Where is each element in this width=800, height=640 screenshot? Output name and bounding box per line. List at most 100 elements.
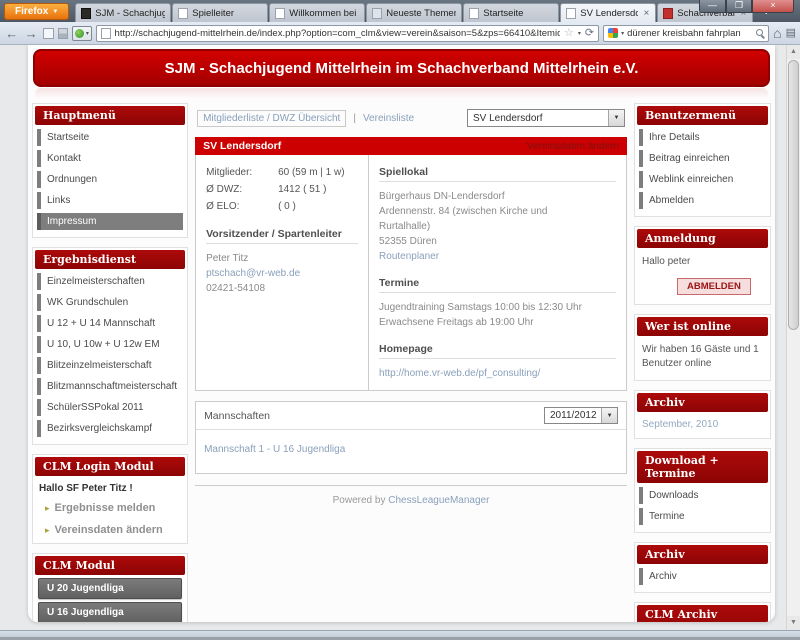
- mannschaften-header: Mannschaften 2011/2012 ▼: [196, 402, 626, 430]
- tab-close-icon[interactable]: ×: [642, 8, 650, 19]
- button-u16-jugendliga[interactable]: U 16 Jugendliga: [38, 602, 182, 622]
- sidebar-item-wk-grundschulen[interactable]: WK Grundschulen: [37, 294, 183, 311]
- link-mitgliederliste[interactable]: Mitgliederliste / DWZ Übersicht: [197, 110, 346, 127]
- season-select[interactable]: 2011/2012 ▼: [544, 407, 618, 424]
- sidebar-item-ordnungen[interactable]: Ordnungen: [37, 171, 183, 188]
- sidebar-item-blitzmannschaft[interactable]: Blitzmannschaftmeisterschaft: [37, 378, 183, 395]
- link-ergebnisse-melden[interactable]: ▸Ergebnisse melden: [33, 496, 187, 518]
- module-hauptmenu: Hauptmenü Startseite Kontakt Ordnungen L…: [32, 103, 188, 238]
- club-header-bar: SV Lendersdorf Vereinsdaten ändern: [195, 137, 627, 155]
- search-bar[interactable]: ▾ dürener kreisbahn fahrplan: [603, 25, 769, 42]
- button-u20-jugendliga[interactable]: U 20 Jugendliga: [38, 578, 182, 599]
- archiv-month-link[interactable]: September, 2010: [635, 414, 770, 435]
- url-bar[interactable]: http://schachjugend-mittelrhein.de/index…: [96, 25, 600, 42]
- close-window-button[interactable]: ×: [752, 0, 794, 13]
- sidebar-item-einzelmeisterschaften[interactable]: Einzelmeisterschaften: [37, 273, 183, 290]
- separator: |: [353, 113, 356, 124]
- scroll-up-icon[interactable]: ▲: [787, 45, 800, 59]
- sidebar-item-downloads[interactable]: Downloads: [639, 487, 766, 504]
- minimize-button[interactable]: —: [699, 0, 726, 13]
- sidebar-item-schuelersspokal[interactable]: SchülerSSPokal 2011: [37, 399, 183, 416]
- chairman-email-link[interactable]: ptschach@vr-web.de: [206, 266, 358, 281]
- module-title: Hauptmenü: [35, 106, 185, 125]
- sidebar-item-blitzeinzel[interactable]: Blitzeinzelmeisterschaft: [37, 357, 183, 374]
- firefox-menu-label: Firefox: [15, 6, 48, 17]
- item-label: Archiv: [643, 568, 683, 585]
- club-select[interactable]: SV Lendersdorf ▼: [467, 109, 625, 127]
- routenplaner-link[interactable]: Routenplaner: [379, 249, 616, 264]
- reload-icon[interactable]: ⟳: [585, 28, 594, 39]
- home-button[interactable]: ⌂: [773, 26, 781, 40]
- stat-label: Ø ELO:: [206, 198, 278, 215]
- banner-strip: [35, 88, 768, 99]
- search-input[interactable]: dürener kreisbahn fahrplan: [627, 28, 753, 39]
- right-sidebar: Benutzermenü Ihre Details Beitrag einrei…: [634, 103, 771, 622]
- bookmarks-button[interactable]: ▤: [786, 28, 796, 39]
- stat-label: Mitglieder:: [206, 164, 278, 181]
- sidebar-item-impressum[interactable]: Impressum: [37, 213, 183, 230]
- bookmark-star-icon[interactable]: ☆: [564, 28, 574, 39]
- item-label: Blitzeinzelmeisterschaft: [41, 357, 157, 374]
- maximize-button[interactable]: ❐: [726, 0, 752, 13]
- vertical-scrollbar[interactable]: ▲ ▼: [786, 45, 800, 630]
- tab-sjm-schachjugend[interactable]: SJM - Schachjugend...: [75, 3, 171, 22]
- sidebar-item-u10-em[interactable]: U 10, U 10w + U 12w EM: [37, 336, 183, 353]
- page-tool-icon[interactable]: [43, 28, 54, 39]
- zoom-addon-button[interactable]: ▾: [72, 26, 91, 41]
- module-wer-ist-online: Wer ist online Wir haben 16 Gäste und 1 …: [634, 314, 771, 381]
- module-clm-modul: CLM Modul U 20 Jugendliga U 16 Jugendlig…: [32, 553, 188, 622]
- spiellokal-line: Bürgerhaus DN-Lendersdorf: [379, 189, 616, 204]
- browser-navbar: ← → ▾ http://schachjugend-mittelrhein.de…: [0, 22, 800, 45]
- item-label: Einzelmeisterschaften: [41, 273, 151, 290]
- scroll-down-icon[interactable]: ▼: [787, 616, 800, 630]
- addon-icon: [75, 29, 84, 38]
- browser-titlebar: Firefox ▼ SJM - Schachjugend... Spiellei…: [0, 0, 800, 22]
- abmelden-button[interactable]: ABMELDEN: [677, 278, 751, 295]
- sidebar-item-bezirksvergleichskampf[interactable]: Bezirksvergleichskampf: [37, 420, 183, 437]
- module-title: Anmeldung: [637, 229, 768, 248]
- url-text[interactable]: http://schachjugend-mittelrhein.de/index…: [115, 28, 560, 39]
- link-vereinsliste[interactable]: Vereinsliste: [363, 113, 414, 124]
- tab-favicon-sjm: [81, 8, 91, 19]
- link-vereinsdaten-aendern-bar[interactable]: Vereinsdaten ändern: [527, 141, 619, 152]
- team-link[interactable]: Mannschaft 1 - U 16 Jugendliga: [204, 444, 345, 455]
- tab-title: Startseite: [483, 8, 553, 19]
- chessleaguemanager-link[interactable]: ChessLeagueManager: [388, 495, 489, 506]
- back-button[interactable]: ←: [4, 27, 19, 40]
- module-title: Archiv: [637, 545, 768, 564]
- sidebar-item-u12-u14[interactable]: U 12 + U 14 Mannschaft: [37, 315, 183, 332]
- club-details-left: Mitglieder:60 (59 m | 1 w) Ø DWZ:1412 ( …: [196, 155, 368, 390]
- chevron-down-icon[interactable]: ▾: [578, 30, 581, 37]
- search-icon[interactable]: [756, 29, 764, 37]
- sidebar-item-ihre-details[interactable]: Ihre Details: [639, 129, 766, 146]
- club-details-box: Mitglieder:60 (59 m | 1 w) Ø DWZ:1412 ( …: [195, 155, 627, 391]
- module-title: CLM Archiv Modul: [637, 605, 768, 623]
- tab-favicon-page: [566, 8, 576, 19]
- sidebar-item-archiv[interactable]: Archiv: [639, 568, 766, 585]
- sidebar-item-termine[interactable]: Termine: [639, 508, 766, 525]
- stat-label: Ø DWZ:: [206, 181, 278, 198]
- sidebar-item-kontakt[interactable]: Kontakt: [37, 150, 183, 167]
- tab-startseite[interactable]: Startseite: [463, 3, 559, 22]
- tab-neueste-themen[interactable]: Neueste Themen - ...: [366, 3, 462, 22]
- sidebar-item-abmelden[interactable]: Abmelden: [639, 192, 766, 209]
- chevron-down-icon[interactable]: ▼: [601, 408, 617, 423]
- link-vereinsdaten-aendern[interactable]: ▸Vereinsdaten ändern: [33, 518, 187, 540]
- tab-sv-lendersdorf-active[interactable]: SV Lendersdorf ×: [560, 3, 656, 22]
- chevron-down-icon[interactable]: ▾: [621, 30, 624, 37]
- sidebar-item-startseite[interactable]: Startseite: [37, 129, 183, 146]
- tab-spielleiter[interactable]: Spielleiter: [172, 3, 268, 22]
- scrollbar-thumb[interactable]: [788, 60, 799, 330]
- tab-willkommen[interactable]: Willkommen bei der...: [269, 3, 365, 22]
- stats-tool-icon[interactable]: [58, 28, 69, 39]
- sidebar-item-links[interactable]: Links: [37, 192, 183, 209]
- sidebar-item-beitrag-einreichen[interactable]: Beitrag einreichen: [639, 150, 766, 167]
- forward-button[interactable]: →: [23, 27, 38, 40]
- firefox-menu-button[interactable]: Firefox ▼: [4, 3, 69, 20]
- chevron-down-icon[interactable]: ▼: [608, 110, 624, 126]
- chairman-name: Peter Titz: [206, 251, 358, 266]
- item-label: U 10, U 10w + U 12w EM: [41, 336, 166, 353]
- sidebar-item-weblink-einreichen[interactable]: Weblink einreichen: [639, 171, 766, 188]
- homepage-link[interactable]: http://home.vr-web.de/pf_consulting/: [379, 366, 616, 381]
- window-controls: — ❐ ×: [699, 0, 794, 13]
